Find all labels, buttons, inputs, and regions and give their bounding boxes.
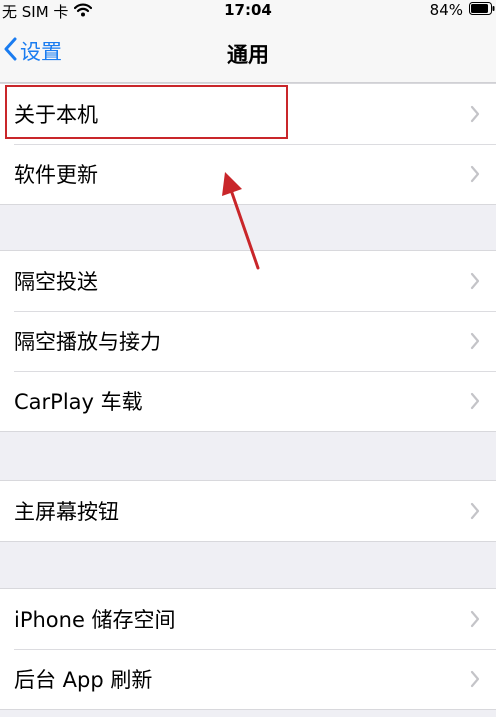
settings-group-3: 主屏幕按钮 xyxy=(0,480,496,542)
row-label: 主屏幕按钮 xyxy=(14,500,119,524)
row-airdrop[interactable]: 隔空投送 xyxy=(0,251,496,311)
battery-icon xyxy=(469,1,496,19)
row-background-app-refresh[interactable]: 后台 App 刷新 xyxy=(0,649,496,709)
battery-percent: 84% xyxy=(429,1,463,19)
row-airplay-handoff[interactable]: 隔空播放与接力 xyxy=(0,311,496,371)
row-label: CarPlay 车载 xyxy=(14,390,143,414)
chevron-right-icon xyxy=(470,502,480,524)
chevron-right-icon xyxy=(470,670,480,692)
row-about[interactable]: 关于本机 xyxy=(0,84,496,144)
row-label: iPhone 储存空间 xyxy=(14,608,176,632)
row-label: 隔空投送 xyxy=(14,270,98,294)
row-home-button[interactable]: 主屏幕按钮 xyxy=(0,481,496,541)
battery-group: 84% xyxy=(430,1,496,19)
chevron-right-icon xyxy=(470,165,480,187)
row-carplay[interactable]: CarPlay 车载 xyxy=(0,371,496,431)
settings-group-4: iPhone 储存空间 后台 App 刷新 xyxy=(0,588,496,710)
chevron-right-icon xyxy=(470,105,480,127)
settings-group-2: 隔空投送 隔空播放与接力 CarPlay 车载 xyxy=(0,250,496,432)
row-label: 隔空播放与接力 xyxy=(14,330,161,354)
navigation-bar: 设置 通用 xyxy=(0,22,496,83)
row-software-update[interactable]: 软件更新 xyxy=(0,144,496,204)
chevron-right-icon xyxy=(470,332,480,354)
settings-group-1: 关于本机 软件更新 xyxy=(0,83,496,205)
row-label: 关于本机 xyxy=(14,103,98,127)
page-title: 通用 xyxy=(227,43,269,67)
status-bar: 无 SIM 卡 17:04 84% xyxy=(0,0,496,22)
row-label: 后台 App 刷新 xyxy=(14,668,153,692)
chevron-right-icon xyxy=(470,610,480,632)
status-time: 17:04 xyxy=(224,1,272,19)
row-iphone-storage[interactable]: iPhone 储存空间 xyxy=(0,589,496,649)
chevron-right-icon xyxy=(470,272,480,294)
chevron-right-icon xyxy=(470,392,480,414)
row-label: 软件更新 xyxy=(14,163,98,187)
